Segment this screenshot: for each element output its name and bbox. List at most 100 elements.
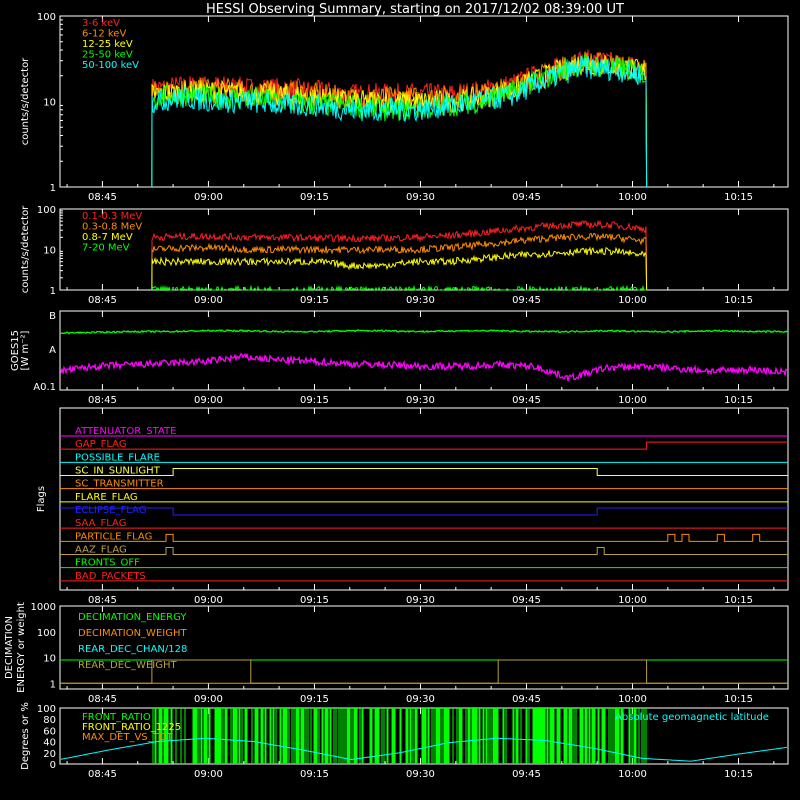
y-axis-label: DECIMATION [4,616,15,679]
time-tick-label: 09:15 [300,295,329,306]
y-tick-label: 10 [43,246,56,257]
time-tick-label: 10:15 [724,595,753,606]
front-ratio-bars [152,708,647,764]
flag-line-AAZ_FLAG [60,547,788,555]
time-tick-label: 10:15 [724,395,753,406]
flag-line-GAP_FLAG [60,441,788,450]
time-tick-label: 09:30 [406,769,435,780]
y-tick-label: 40 [43,738,56,749]
series-line-GOES long [60,329,788,335]
time-tick-label: 09:15 [300,395,329,406]
y-tick-label: 1 [50,286,56,297]
time-tick-label: 08:45 [88,694,117,705]
time-tick-label: 10:15 [724,295,753,306]
y-tick-label: 1 [50,183,56,194]
legend-entry: 0.1-0.3 MeV [82,211,142,222]
time-tick-label: 09:15 [300,769,329,780]
flag-line-PARTICLE_FLAG [60,533,788,542]
time-tick-label: 09:00 [194,295,223,306]
y-tick-label: 80 [43,715,56,726]
y-tick-label: 100 [37,12,56,23]
time-tick-label: 10:00 [618,694,647,705]
flag-label: PARTICLE_FLAG [75,531,152,542]
flag-label: SAA_FLAG [75,518,126,529]
y-tick-label: 20 [43,749,56,760]
time-tick-label: 09:30 [406,395,435,406]
y-tick-label: 1 [50,679,56,690]
series-line-0.8-7 MeV [151,246,648,291]
time-tick-label: 09:30 [406,192,435,203]
time-tick-label: 09:00 [194,595,223,606]
time-tick-label: 09:30 [406,295,435,306]
y-tick-label: A0.1 [33,382,56,393]
flag-label: FLARE_FLAG [75,492,138,503]
flag-label: SC_IN_SUNLIGHT [75,466,161,477]
time-tick-label: 09:15 [300,595,329,606]
time-tick-label: 09:45 [512,694,541,705]
series-line-0.3-0.8 MeV [151,232,648,291]
y-axis-label: counts/s/detector [20,205,31,293]
time-tick-label: 10:00 [618,595,647,606]
time-tick-label: 10:00 [618,295,647,306]
flag-label: ATTENUATOR_STATE [75,426,176,437]
y-axis-label: Degrees or % [20,702,31,770]
y-tick-label: 100 [37,205,56,216]
y-tick-label: 100 [37,704,56,715]
time-tick-label: 09:00 [194,192,223,203]
time-tick-label: 10:15 [724,694,753,705]
time-tick-label: 10:15 [724,769,753,780]
time-tick-label: 09:45 [512,395,541,406]
time-tick-label: 08:45 [88,395,117,406]
flag-line-ECLIPSE_FLAG [60,507,788,516]
time-tick-label: 08:45 [88,295,117,306]
time-tick-label: 09:45 [512,295,541,306]
y-tick-label: A [49,345,56,356]
legend-entry: DECIMATION_ENERGY [78,612,187,623]
flag-line-SC_IN_SUNLIGHT [60,468,788,476]
legend-entry: 12-25 keV [82,39,133,50]
legend-entry: 0.3-0.8 MeV [82,222,142,233]
y-tick-label: 0 [50,760,56,771]
legend-entry: REAR_DEC_WEIGHT [78,660,177,671]
flag-label: ECLIPSE_FLAG [75,505,146,516]
legend-entry: 6-12 keV [82,29,126,40]
flag-label: SC_TRANSMITTER [75,479,164,490]
time-tick-label: 09:00 [194,769,223,780]
series-line-50-100 keV [151,55,648,188]
chart-title: HESSI Observing Summary, starting on 201… [206,2,624,17]
legend-entry: 7-20 MeV [82,243,130,254]
hessi-summary-chart: HESSI Observing Summary, starting on 201… [4,2,789,780]
time-tick-label: 09:00 [194,395,223,406]
time-tick-label: 09:45 [512,192,541,203]
y-tick-label: B [49,311,56,322]
legend-entry: DECIMATION_WEIGHT [78,628,187,639]
latitude-label: Absolute geomagnetic latitude [615,712,769,723]
y-axis-label-2: ENERGY or weight [16,602,27,693]
y-axis-label: Flags [36,486,47,512]
time-tick-label: 08:45 [88,595,117,606]
legend-entry: MAX_DET_VS_TOT [82,732,174,743]
legend-entry: 0.8-7 MeV [82,232,133,243]
y-tick-label: 10 [43,654,56,665]
panel-frame-hi [59,208,789,291]
legend-entry: REAR_DEC_CHAN/128 [78,644,187,655]
legend-entry: 3-6 keV [82,18,120,29]
y-tick-label: 10 [43,98,56,109]
time-tick-label: 09:45 [512,769,541,780]
flag-label: BAD_PACKETS [75,571,146,582]
series-line-12-25 keV [151,55,648,188]
y-tick-label: 60 [43,726,56,737]
time-tick-label: 09:15 [300,192,329,203]
time-tick-label: 10:00 [618,192,647,203]
time-tick-label: 09:45 [512,595,541,606]
time-tick-label: 09:30 [406,595,435,606]
time-tick-label: 09:15 [300,694,329,705]
series-line-0.1-0.3 MeV [151,219,648,291]
series-line-25-50 keV [151,53,648,188]
y-axis-units: [W m⁻²] [20,330,31,370]
time-tick-label: 09:00 [194,694,223,705]
y-tick-label: 100 [37,628,56,639]
series-line-7-20 MeV [151,284,647,292]
legend-entry: 50-100 keV [82,60,139,71]
time-tick-label: 10:15 [724,192,753,203]
